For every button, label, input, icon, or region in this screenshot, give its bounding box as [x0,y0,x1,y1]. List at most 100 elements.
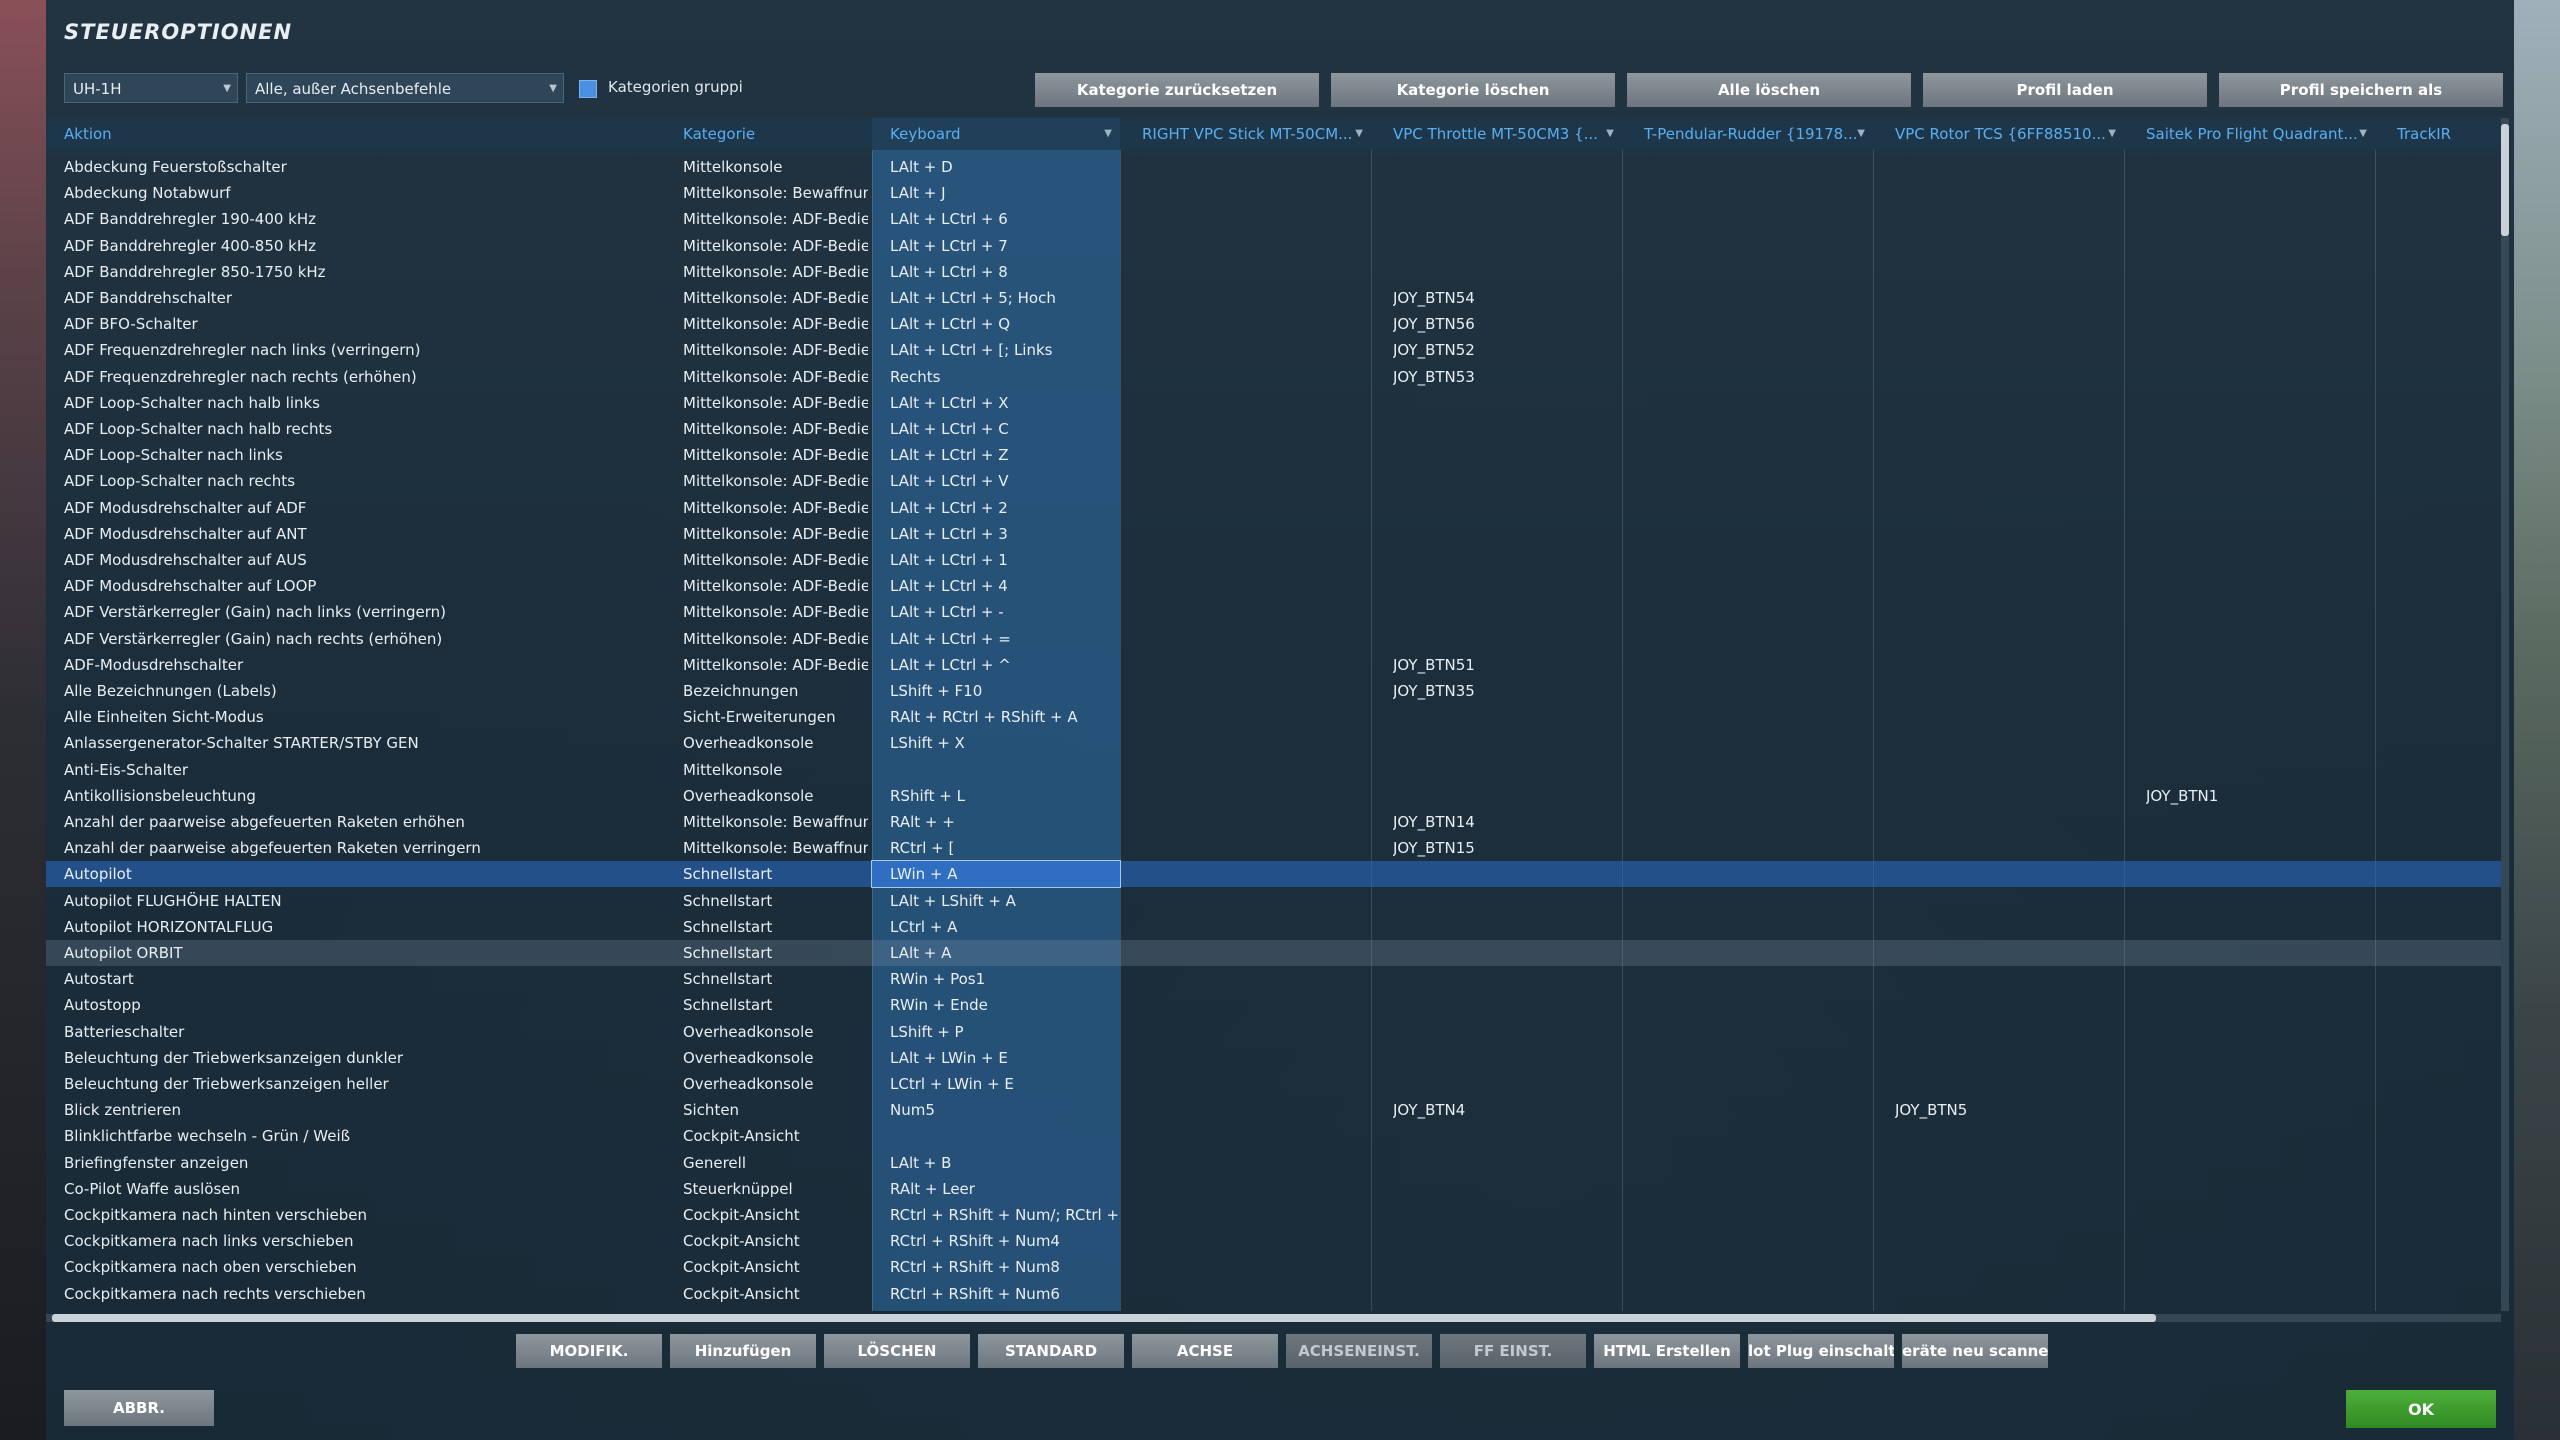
cell-action[interactable]: ADF Verstärkerregler (Gain) nach rechts … [64,626,664,652]
cell-stick[interactable] [1142,888,1367,914]
cell-stick[interactable] [1142,1071,1367,1097]
cell-stick[interactable] [1142,416,1367,442]
default-button[interactable]: STANDARD [978,1334,1124,1368]
cell-action[interactable]: Abdeckung Notabwurf [64,180,664,206]
cell-throttle[interactable]: JOY_BTN51 [1393,652,1618,678]
cell-quadrant[interactable] [2146,495,2371,521]
cell-stick[interactable] [1142,757,1367,783]
column-header-category[interactable]: Kategorie [683,118,863,150]
cell-keyboard[interactable]: LAlt + LCtrl + Q [890,311,1120,337]
cell-trackir[interactable] [2397,1254,2497,1280]
cell-throttle[interactable] [1393,757,1618,783]
table-row[interactable]: Alle Bezeichnungen (Labels) Bezeichnungen… [46,678,2501,704]
table-row[interactable]: Batterieschalter Overheadkonsole LShift + … [46,1019,2501,1045]
cell-category[interactable]: Cockpit-Ansicht [683,1123,868,1149]
cell-action[interactable]: Cockpitkamera nach oben verschieben [64,1254,664,1280]
cell-rotor[interactable] [1895,259,2120,285]
table-row[interactable]: ADF Banddrehregler 400-850 kHz Mittelkons… [46,233,2501,259]
rescan-devices-button[interactable]: eräte neu scanne [1902,1334,2048,1368]
cell-category[interactable]: Mittelkonsole: ADF-Bedienteil [683,337,868,363]
cell-trackir[interactable] [2397,599,2497,625]
cell-rudder[interactable] [1644,1045,1869,1071]
cell-category[interactable]: Bezeichnungen [683,678,868,704]
column-header-quadrant[interactable]: Saitek Pro Flight Quadrant... ▼ [2146,118,2375,150]
cell-stick[interactable] [1142,940,1367,966]
cell-keyboard[interactable]: LAlt + LCtrl + 2 [890,495,1120,521]
cell-throttle[interactable] [1393,888,1618,914]
cell-action[interactable]: ADF Loop-Schalter nach rechts [64,468,664,494]
cell-stick[interactable] [1142,1097,1367,1123]
cell-stick[interactable] [1142,180,1367,206]
table-row[interactable]: ADF Loop-Schalter nach halb rechts Mittel… [46,416,2501,442]
cell-rotor[interactable] [1895,311,2120,337]
cell-rudder[interactable] [1644,390,1869,416]
cell-category[interactable]: Mittelkonsole [683,757,868,783]
cell-quadrant[interactable] [2146,1202,2371,1228]
cell-action[interactable]: Blick zentrieren [64,1097,664,1123]
cell-throttle[interactable]: JOY_BTN14 [1393,809,1618,835]
column-header-action[interactable]: Aktion [64,118,664,150]
cell-quadrant[interactable] [2146,547,2371,573]
cell-action[interactable]: ADF Banddrehregler 850-1750 kHz [64,259,664,285]
cell-throttle[interactable] [1393,1123,1618,1149]
table-row[interactable]: Briefingfenster anzeigen Generell LAlt + B [46,1150,2501,1176]
cell-rudder[interactable] [1644,285,1869,311]
cell-rudder[interactable] [1644,1202,1869,1228]
cell-quadrant[interactable] [2146,1228,2371,1254]
cell-rotor[interactable]: JOY_BTN5 [1895,1097,2120,1123]
cell-stick[interactable] [1142,1176,1367,1202]
cell-trackir[interactable] [2397,704,2497,730]
cell-rotor[interactable] [1895,626,2120,652]
cell-category[interactable]: Cockpit-Ansicht [683,1228,868,1254]
cell-rudder[interactable] [1644,1071,1869,1097]
cell-category[interactable]: Mittelkonsole: ADF-Bedienteil [683,495,868,521]
cell-rotor[interactable] [1895,835,2120,861]
cell-action[interactable]: Cockpitkamera nach hinten verschieben [64,1202,664,1228]
cell-category[interactable]: Cockpit-Ansicht [683,1254,868,1280]
cell-quadrant[interactable] [2146,468,2371,494]
cell-rudder[interactable] [1644,1097,1869,1123]
cell-throttle[interactable] [1393,783,1618,809]
cell-rotor[interactable] [1895,521,2120,547]
cell-throttle[interactable] [1393,1281,1618,1307]
cell-keyboard[interactable]: RCtrl + [ [890,835,1120,861]
cell-category[interactable]: Mittelkonsole: ADF-Bedienteil [683,233,868,259]
cell-trackir[interactable] [2397,783,2497,809]
cell-category[interactable]: Mittelkonsole: Bewaffnung [683,809,868,835]
cell-category[interactable]: Sicht-Erweiterungen [683,704,868,730]
ff-tune-button[interactable]: FF EINST. [1440,1334,1586,1368]
table-row[interactable]: Autopilot HORIZONTALFLUG Schnellstart LCtr… [46,914,2501,940]
cell-rotor[interactable] [1895,1150,2120,1176]
cell-trackir[interactable] [2397,678,2497,704]
cell-quadrant[interactable] [2146,940,2371,966]
cell-quadrant[interactable] [2146,259,2371,285]
cell-throttle[interactable] [1393,206,1618,232]
cell-quadrant[interactable] [2146,914,2371,940]
group-categories-checkbox[interactable] [579,80,597,98]
cell-rudder[interactable] [1644,1254,1869,1280]
cell-rudder[interactable] [1644,652,1869,678]
cell-trackir[interactable] [2397,888,2497,914]
cell-rotor[interactable] [1895,1176,2120,1202]
cell-category[interactable]: Mittelkonsole: ADF-Bedienteil [683,547,868,573]
cell-rotor[interactable] [1895,940,2120,966]
cell-throttle[interactable] [1393,966,1618,992]
cell-stick[interactable] [1142,809,1367,835]
cell-stick[interactable] [1142,259,1367,285]
cell-trackir[interactable] [2397,652,2497,678]
cell-rudder[interactable] [1644,1228,1869,1254]
table-row[interactable]: ADF-Modusdrehschalter Mittelkonsole: ADF-… [46,652,2501,678]
cell-stick[interactable] [1142,1150,1367,1176]
cell-quadrant[interactable] [2146,809,2371,835]
cell-throttle[interactable]: JOY_BTN52 [1393,337,1618,363]
cell-quadrant[interactable] [2146,285,2371,311]
cell-trackir[interactable] [2397,259,2497,285]
cell-category[interactable]: Mittelkonsole: ADF-Bedienteil [683,573,868,599]
cell-keyboard[interactable]: LAlt + LCtrl + 7 [890,233,1120,259]
cell-rotor[interactable] [1895,573,2120,599]
cell-trackir[interactable] [2397,521,2497,547]
cell-action[interactable]: Alle Einheiten Sicht-Modus [64,704,664,730]
table-row[interactable]: Cockpitkamera nach hinten verschieben Coc… [46,1202,2501,1228]
cell-rotor[interactable] [1895,416,2120,442]
cell-keyboard[interactable] [890,1123,1120,1149]
